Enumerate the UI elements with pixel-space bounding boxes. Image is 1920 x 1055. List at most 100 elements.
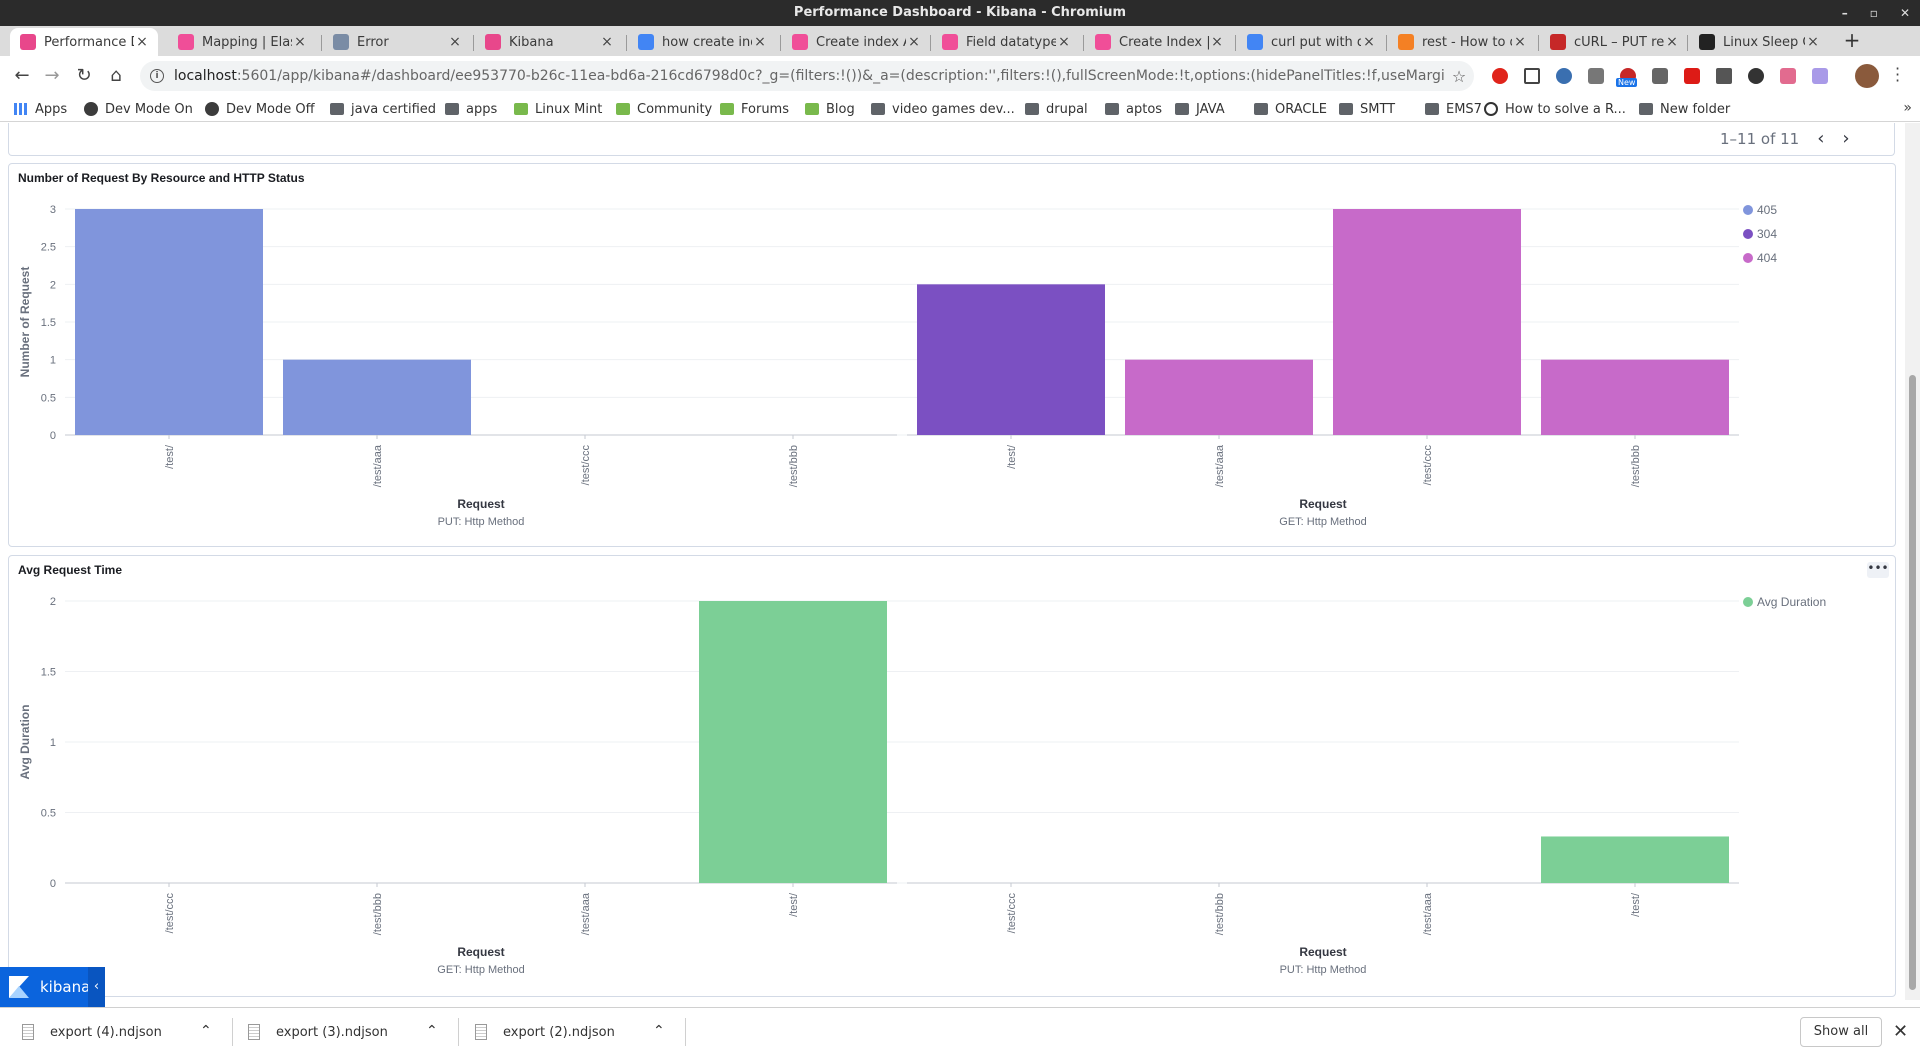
- browser-tab[interactable]: Kibana ×: [475, 28, 623, 56]
- dark-mode-extension-icon[interactable]: [1748, 68, 1764, 84]
- close-tab-icon[interactable]: ×: [752, 34, 768, 50]
- shield-extension-icon[interactable]: [1652, 68, 1668, 84]
- y-tick-label: 2: [50, 596, 56, 608]
- extension-icon[interactable]: [1812, 68, 1828, 84]
- extension-icon[interactable]: [1780, 68, 1796, 84]
- bar-404[interactable]: [1125, 359, 1313, 435]
- download-item[interactable]: export (3).ndjson ⌃: [248, 1008, 448, 1055]
- chevron-up-icon[interactable]: ⌃: [426, 1023, 438, 1039]
- chevron-up-icon[interactable]: ⌃: [200, 1023, 212, 1039]
- browser-tab[interactable]: how create ind ×: [628, 28, 776, 56]
- next-page-icon[interactable]: ›: [1842, 128, 1849, 149]
- bookmark-item[interactable]: Apps: [14, 100, 67, 118]
- browser-tab[interactable]: Create index A ×: [782, 28, 930, 56]
- url-text[interactable]: localhost:5601/app/kibana#/dashboard/ee9…: [174, 68, 1444, 84]
- browser-tab[interactable]: Field datatype ×: [932, 28, 1080, 56]
- bar-404[interactable]: [1541, 359, 1729, 435]
- bar-404[interactable]: [1333, 209, 1521, 435]
- close-shelf-icon[interactable]: ✕: [1893, 1021, 1908, 1042]
- eyedropper-extension-icon[interactable]: [1716, 68, 1732, 84]
- bookmark-item[interactable]: Dev Mode On: [84, 100, 193, 118]
- bar-304[interactable]: [917, 284, 1105, 435]
- close-tab-icon[interactable]: ×: [1805, 34, 1821, 50]
- chevron-up-icon[interactable]: ⌃: [653, 1023, 665, 1039]
- bookmark-item[interactable]: Blog: [805, 100, 855, 118]
- bookmarks-overflow-icon[interactable]: »: [1903, 100, 1912, 116]
- bookmark-item[interactable]: Community: [616, 100, 712, 118]
- bookmark-item[interactable]: Forums: [720, 100, 789, 118]
- close-tab-icon[interactable]: ×: [906, 34, 922, 50]
- close-tab-icon[interactable]: ×: [1056, 34, 1072, 50]
- legend-label[interactable]: 404: [1757, 251, 1777, 265]
- browser-tab[interactable]: curl put with d ×: [1237, 28, 1385, 56]
- legend-label[interactable]: 405: [1757, 203, 1777, 217]
- close-tab-icon[interactable]: ×: [1209, 34, 1225, 50]
- address-bar[interactable]: i localhost:5601/app/kibana#/dashboard/e…: [140, 61, 1474, 91]
- back-icon[interactable]: ←: [10, 64, 34, 88]
- x-axis-sublabel: GET: Http Method: [437, 964, 524, 976]
- bookmark-item[interactable]: ORACLE: [1254, 100, 1327, 118]
- bar-avg-duration[interactable]: [1541, 836, 1729, 883]
- browser-tab[interactable]: Mapping | Elas ×: [168, 28, 316, 56]
- bookmark-item[interactable]: java certified: [330, 100, 436, 118]
- close-tab-icon[interactable]: ×: [1664, 34, 1680, 50]
- bookmark-star-icon[interactable]: ☆: [1444, 67, 1474, 86]
- tab-title: Create index A: [816, 34, 906, 50]
- browser-tab[interactable]: Linux Sleep Co×: [1689, 28, 1829, 56]
- kibana-label: kibana: [40, 978, 91, 996]
- angular-extension-icon[interactable]: [1684, 68, 1700, 84]
- screenshot-extension-icon[interactable]: [1524, 68, 1540, 84]
- bookmark-item[interactable]: EMS7: [1425, 100, 1482, 118]
- browser-tab[interactable]: Error ×: [323, 28, 471, 56]
- page-scrollbar-thumb[interactable]: [1909, 375, 1916, 990]
- legend-label[interactable]: Avg Duration: [1757, 595, 1826, 609]
- bookmark-item[interactable]: aptos: [1105, 100, 1162, 118]
- bookmark-item[interactable]: JAVA: [1175, 100, 1225, 118]
- collapse-badge-icon[interactable]: ‹: [88, 967, 105, 1007]
- bar-405[interactable]: [75, 209, 263, 435]
- close-tab-icon[interactable]: ×: [1361, 34, 1377, 50]
- reload-icon[interactable]: ↻: [72, 64, 96, 88]
- site-info-icon[interactable]: i: [150, 69, 164, 83]
- download-separator: [685, 1018, 686, 1046]
- browser-tab[interactable]: rest - How to d ×: [1388, 28, 1536, 56]
- bookmark-item[interactable]: SMTT: [1339, 100, 1395, 118]
- extension-icon[interactable]: [1556, 68, 1572, 84]
- opera-extension-icon[interactable]: [1492, 68, 1508, 84]
- forward-icon[interactable]: →: [40, 64, 64, 88]
- bookmark-item[interactable]: New folder: [1639, 100, 1730, 118]
- close-tab-icon[interactable]: ×: [292, 34, 308, 50]
- browser-tab[interactable]: Performance D ×: [10, 28, 158, 56]
- camera-extension-icon[interactable]: [1588, 68, 1604, 84]
- bookmark-item[interactable]: Linux Mint: [514, 100, 602, 118]
- new-extension-icon[interactable]: New: [1616, 68, 1638, 87]
- bookmark-item[interactable]: Dev Mode Off: [205, 100, 315, 118]
- new-tab-button[interactable]: +: [1840, 28, 1864, 52]
- close-tab-icon[interactable]: ×: [599, 34, 615, 50]
- kibana-fullscreen-badge[interactable]: kibana ‹: [0, 967, 105, 1007]
- maximize-icon[interactable]: ▫: [1870, 0, 1878, 26]
- download-item[interactable]: export (2).ndjson ⌃: [475, 1008, 675, 1055]
- close-tab-icon[interactable]: ×: [1512, 34, 1528, 50]
- bar-405[interactable]: [283, 359, 471, 435]
- profile-avatar[interactable]: [1855, 64, 1879, 88]
- close-tab-icon[interactable]: ×: [134, 34, 150, 50]
- close-window-icon[interactable]: ✕: [1900, 0, 1910, 26]
- bar-avg-duration[interactable]: [699, 601, 887, 883]
- browser-menu-icon[interactable]: · · ·: [1895, 61, 1900, 89]
- download-filename: export (2).ndjson: [503, 1024, 615, 1040]
- bookmark-item[interactable]: apps: [445, 100, 497, 118]
- browser-tab[interactable]: Create Index | ×: [1085, 28, 1233, 56]
- y-tick-label: 1: [50, 737, 56, 749]
- prev-page-icon[interactable]: ‹: [1817, 128, 1824, 149]
- show-all-downloads-button[interactable]: Show all: [1800, 1017, 1882, 1047]
- browser-tab[interactable]: cURL – PUT re ×: [1540, 28, 1688, 56]
- bookmark-item[interactable]: drupal: [1025, 100, 1088, 118]
- home-icon[interactable]: ⌂: [104, 64, 128, 88]
- minimize-icon[interactable]: –: [1842, 0, 1848, 26]
- bookmark-item[interactable]: video games dev...: [871, 100, 1015, 118]
- close-tab-icon[interactable]: ×: [447, 34, 463, 50]
- bookmark-item[interactable]: How to solve a R...: [1484, 100, 1626, 118]
- download-item[interactable]: export (4).ndjson ⌃: [22, 1008, 222, 1055]
- legend-label[interactable]: 304: [1757, 227, 1777, 241]
